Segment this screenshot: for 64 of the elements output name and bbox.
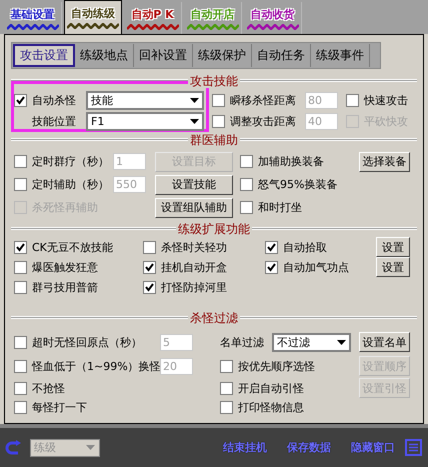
zigzag-underline (126, 24, 178, 30)
check-icon (267, 262, 276, 272)
checkbox[interactable]: 自动杀怪 (14, 93, 76, 108)
action-button[interactable]: 设置组队辅助 (155, 198, 233, 218)
checkbox[interactable]: 和时打坐 (240, 200, 302, 215)
menu-icon[interactable] (405, 439, 422, 456)
zigzag-underline (6, 24, 58, 30)
action-button[interactable]: 选择装备 (359, 152, 410, 172)
checkbox[interactable]: 每怪打一下 (14, 400, 87, 415)
caret-icon (190, 119, 199, 124)
checkbox[interactable]: 怒气95%换装备 (240, 177, 338, 192)
checkbox[interactable]: CK无豆不放技能 (14, 240, 113, 254)
zigzag-underline (246, 24, 298, 30)
caret-icon (337, 340, 346, 344)
checkbox[interactable]: 打印怪物信息 (220, 400, 304, 415)
checkbox[interactable]: 加辅助换装备 (240, 154, 324, 169)
redo-icon[interactable] (5, 440, 23, 456)
checkbox[interactable]: 开启自动引怪 (220, 380, 304, 396)
checkbox[interactable]: 超时无怪回原点（秒） (14, 334, 142, 350)
checkbox[interactable]: 怪血低于（1~99%）换怪 (14, 358, 161, 374)
checkbox[interactable]: 自动加气功点 (265, 260, 349, 274)
checkbox[interactable]: 按优先顺序选怪 (220, 358, 315, 374)
section-title: 杀怪过滤 (188, 311, 240, 325)
checkbox[interactable]: 瞬移杀怪距离 (212, 93, 296, 108)
action-button[interactable]: 设置名单 (359, 332, 410, 352)
sub-tab[interactable]: 练级事件 (311, 44, 370, 67)
zigzag-underline (186, 24, 238, 30)
action-button[interactable]: 设置 (376, 257, 410, 277)
check-icon (145, 282, 154, 292)
checkbox[interactable]: 自动拾取 (265, 240, 327, 254)
checkbox[interactable]: 爆医触发狂意 (14, 260, 98, 274)
checkbox[interactable]: 快速攻击 (346, 93, 408, 108)
zigzag-underline (67, 23, 119, 29)
sub-tab[interactable]: 练级地点 (75, 44, 134, 67)
checkbox[interactable]: 群弓技用普箭 (14, 280, 98, 294)
check-icon (145, 262, 154, 272)
checkbox[interactable]: 不抢怪 (14, 380, 65, 396)
top-tab[interactable]: 基础设置 (4, 2, 62, 34)
checkbox[interactable]: 定时群疗（秒） (14, 154, 109, 169)
sub-tab[interactable]: 攻击设置 (13, 44, 75, 67)
top-tab[interactable]: 自动练级 (64, 0, 122, 34)
sub-tab[interactable]: 回补设置 (134, 44, 193, 67)
checkbox[interactable]: 定时辅助（秒） (14, 177, 109, 192)
dropdown[interactable]: 技能 (86, 91, 204, 110)
checkbox[interactable]: 杀怪时关轻功 (143, 240, 227, 254)
check-icon (267, 242, 276, 252)
dropdown[interactable]: 不过滤 (272, 332, 351, 352)
field-label: 名单过滤 (220, 334, 264, 350)
checkbox[interactable]: 挂机自动开盒 (143, 260, 227, 274)
section-title: 练级扩展功能 (176, 222, 252, 236)
checkbox[interactable]: 打怪防掉河里 (143, 280, 227, 294)
check-icon (16, 96, 25, 105)
action-button[interactable]: 设置技能 (155, 174, 233, 194)
sub-tab[interactable]: 练级保护 (193, 44, 252, 67)
caret-icon (86, 445, 95, 450)
field-label: 技能位置 (31, 114, 76, 129)
dropdown[interactable]: F1 (86, 112, 204, 131)
check-icon (16, 242, 25, 252)
checkbox[interactable]: 调整攻击距离 (212, 114, 296, 129)
section-title: 群医辅助 (188, 133, 240, 147)
caret-icon (190, 98, 199, 103)
sub-tab[interactable]: 自动任务 (252, 44, 311, 67)
action-button[interactable]: 设置 (376, 237, 410, 257)
section-title: 攻击技能 (188, 74, 240, 88)
